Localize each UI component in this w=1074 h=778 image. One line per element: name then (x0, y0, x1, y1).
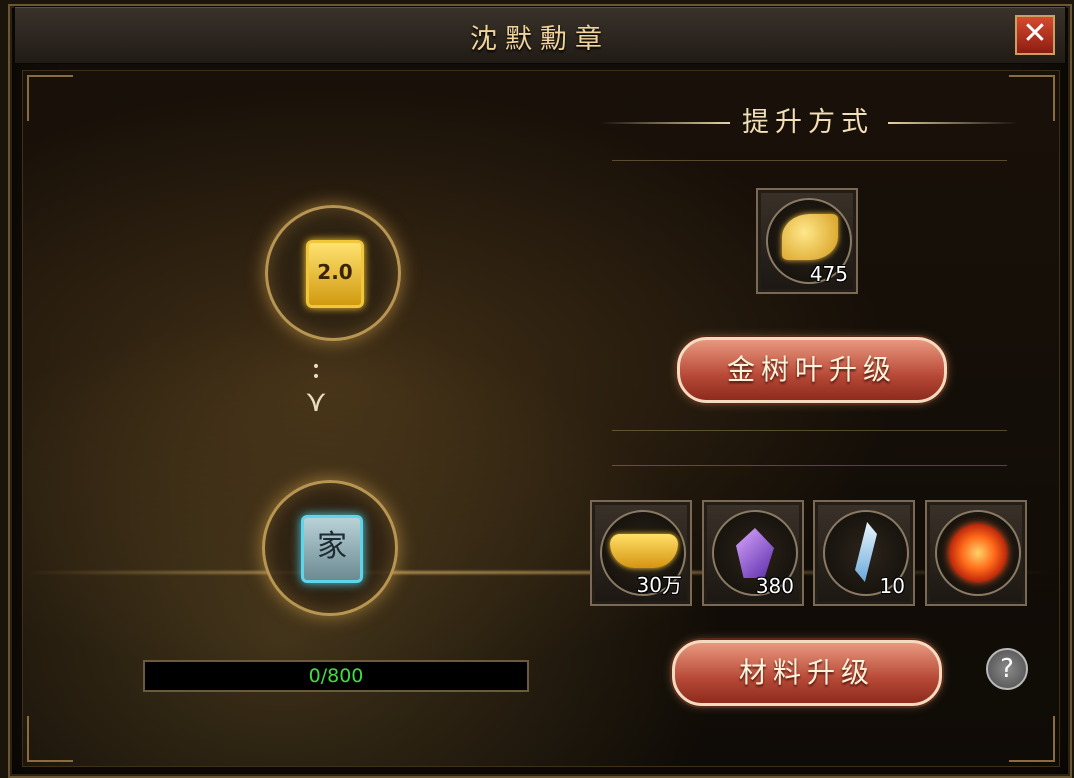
material-slot-crystal[interactable]: 380 (702, 500, 804, 606)
progression-arrow-icon: • • ⋎ (305, 359, 327, 419)
title-flourish-right (888, 122, 1018, 124)
purple-crystal-icon (736, 528, 774, 578)
close-button[interactable]: ✕ (1015, 15, 1055, 55)
material-slot-ice-shard[interactable]: 10 (813, 500, 915, 606)
gold-leaf-count: 475 (809, 262, 848, 286)
current-medal-slot[interactable]: 2.0 (265, 205, 401, 341)
material-count: 30万 (636, 573, 682, 597)
gold-medal-icon: 2.0 (306, 240, 364, 308)
material-slot-gold-ingot[interactable]: 30万 (590, 500, 692, 606)
corner-ornament (27, 716, 73, 762)
material-count: 380 (755, 574, 794, 598)
silver-medal-icon: 家 (301, 515, 363, 583)
progress-bar: 0/800 (143, 660, 529, 692)
window-title: 沈默勳章 (470, 24, 610, 55)
corner-ornament (27, 75, 73, 121)
divider (612, 160, 1007, 161)
divider (612, 465, 1007, 466)
title-bar: 沈默勳章 (14, 6, 1066, 64)
next-medal-slot[interactable]: 家 (262, 480, 398, 616)
gold-leaf-slot[interactable]: 475 (756, 188, 858, 294)
fire-orb-icon (949, 524, 1007, 582)
upgrade-section-title: 提升方式 (742, 107, 874, 138)
material-count: 10 (879, 574, 905, 598)
slot-frame (935, 510, 1021, 596)
material-upgrade-button[interactable]: 材料升级 (672, 640, 942, 706)
material-slot-fire-orb[interactable] (925, 500, 1027, 606)
gold-leaf-icon (782, 214, 838, 260)
divider (612, 430, 1007, 431)
corner-ornament (1009, 716, 1055, 762)
gold-leaf-upgrade-button[interactable]: 金树叶升级 (677, 337, 947, 403)
help-button[interactable]: ? (986, 648, 1028, 690)
ice-shard-icon (855, 522, 877, 582)
progress-text: 0/800 (308, 665, 364, 687)
gold-ingot-icon (610, 534, 678, 568)
